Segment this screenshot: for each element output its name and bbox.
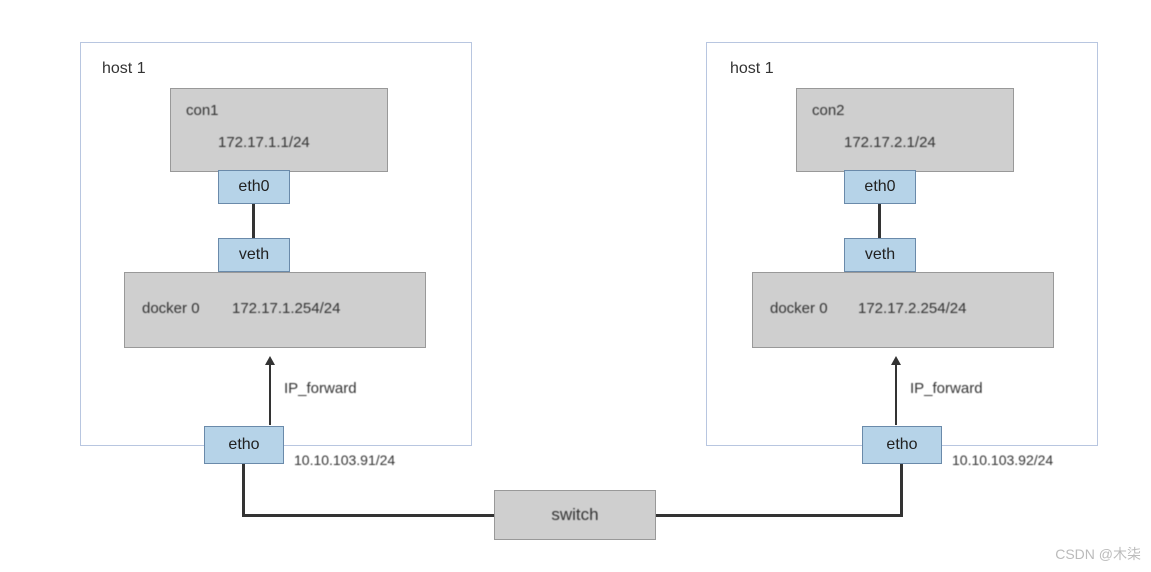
host-iface-label-2: etho [886,436,917,454]
bridge-ip-1: 172.17.1.254/24 [232,300,340,317]
veth-label-2: veth [865,246,895,264]
veth-box-1: veth [218,238,290,272]
line-eth0-veth-1 [252,204,255,238]
arrow-forward-1 [265,356,275,365]
host-iface-2: etho [862,426,942,464]
switch-box: switch [494,490,656,540]
container-iface-label-2: eth0 [864,178,895,196]
conn-h1-v [242,464,245,516]
container-iface-1: eth0 [218,170,290,204]
container-iface-2: eth0 [844,170,916,204]
veth-label-1: veth [239,246,269,264]
host-iface-1: etho [204,426,284,464]
container-box-1 [170,88,388,172]
conn-h1-h [242,514,494,517]
bridge-name-2: docker 0 [770,300,828,317]
arrow-forward-2 [891,356,901,365]
forward-label-2: IP_forward [910,380,983,397]
host-ip-1: 10.10.103.91/24 [294,452,395,468]
host-label-1: host 1 [102,60,146,78]
conn-h2-h [656,514,903,517]
bridge-name-1: docker 0 [142,300,200,317]
forward-label-1: IP_forward [284,380,357,397]
line-forward-1 [269,365,271,425]
container-ip-1: 172.17.1.1/24 [218,134,310,151]
container-iface-label-1: eth0 [238,178,269,196]
bridge-ip-2: 172.17.2.254/24 [858,300,966,317]
watermark: CSDN @木柒 [1055,544,1141,564]
container-name-1: con1 [186,102,219,119]
container-ip-2: 172.17.2.1/24 [844,134,936,151]
host-iface-label-1: etho [228,436,259,454]
host-label-2: host 1 [730,60,774,78]
conn-h2-v [900,464,903,516]
line-eth0-veth-2 [878,204,881,238]
container-name-2: con2 [812,102,845,119]
host-ip-2: 10.10.103.92/24 [952,452,1053,468]
diagram-canvas: host 1 con1 172.17.1.1/24 eth0 veth dock… [0,0,1151,572]
switch-label: switch [551,505,598,525]
container-box-2 [796,88,1014,172]
veth-box-2: veth [844,238,916,272]
line-forward-2 [895,365,897,425]
